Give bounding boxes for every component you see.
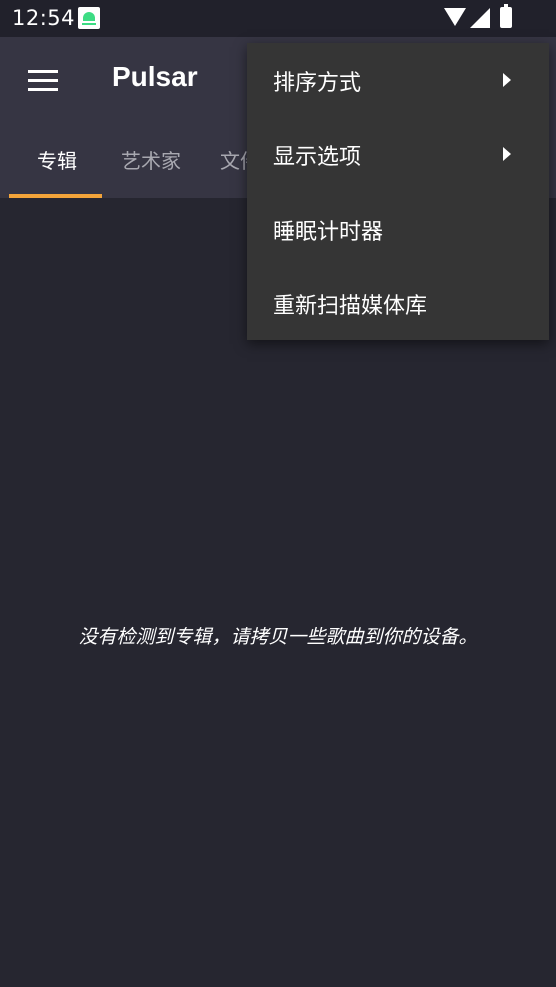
submenu-arrow-icon: [503, 147, 511, 161]
menu-item-display-options[interactable]: 显示选项: [247, 117, 549, 191]
app-notification-icon: [78, 7, 100, 29]
menu-item-label: 排序方式: [273, 71, 362, 96]
app-title: Pulsar: [112, 61, 198, 92]
menu-item-label: 重新扫描媒体库: [273, 294, 428, 319]
screen: 12:54 Pulsar 专辑 艺术家 文件 没有检测到专辑，请拷贝一些歌曲到你…: [0, 0, 556, 987]
submenu-arrow-icon: [503, 73, 511, 87]
status-time: 12:54: [12, 6, 76, 30]
battery-charging-icon: [500, 4, 512, 28]
menu-item-label: 睡眠计时器: [273, 220, 384, 245]
wifi-icon: [444, 8, 466, 26]
menu-item-sleep-timer[interactable]: 睡眠计时器: [247, 192, 549, 266]
empty-state-message: 没有检测到专辑，请拷贝一些歌曲到你的设备。: [78, 626, 478, 648]
tab-albums[interactable]: 专辑: [37, 145, 77, 174]
tab-indicator: [9, 194, 102, 198]
hamburger-menu-icon[interactable]: [28, 70, 58, 92]
menu-item-label: 显示选项: [273, 145, 362, 170]
status-bar: 12:54: [0, 0, 556, 37]
menu-item-sort-by[interactable]: 排序方式: [247, 43, 549, 117]
menu-item-rescan-library[interactable]: 重新扫描媒体库: [247, 266, 549, 340]
tab-artists[interactable]: 艺术家: [121, 145, 181, 174]
cell-signal-icon: [470, 8, 490, 28]
overflow-menu: 排序方式 显示选项 睡眠计时器 重新扫描媒体库: [247, 43, 549, 340]
